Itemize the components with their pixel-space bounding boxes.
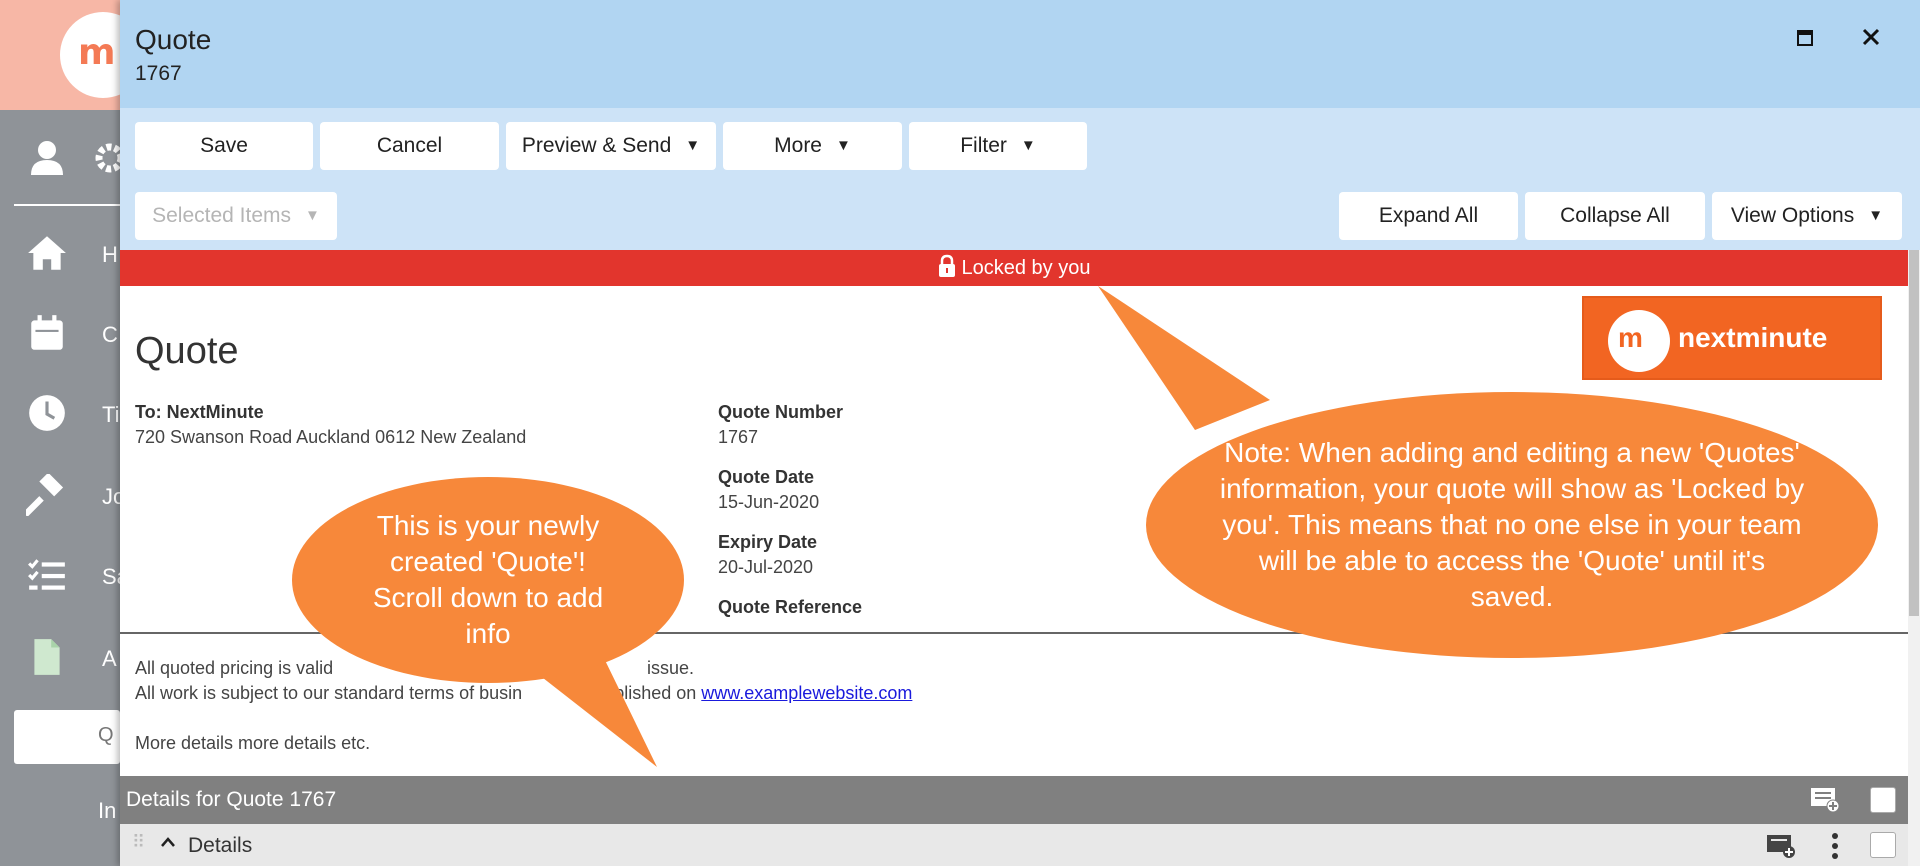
- sidebar-item-quotes[interactable]: Q: [14, 710, 120, 764]
- caret-down-icon: ▼: [305, 207, 320, 224]
- quote-number-label: Quote Number: [718, 402, 844, 422]
- callout-new-quote: This is your newly created 'Quote'! Scro…: [292, 477, 684, 683]
- quote-date-label: Quote Date: [718, 467, 815, 487]
- more-label: More: [774, 134, 822, 157]
- filter-button[interactable]: Filter ▼: [909, 122, 1087, 170]
- caret-down-icon: ▼: [836, 137, 851, 154]
- hammer-icon[interactable]: [26, 474, 68, 516]
- toolbar: Save Cancel Preview & Send ▼ More ▼ Filter…: [120, 108, 1920, 250]
- view-options-button[interactable]: View Options ▼: [1712, 192, 1902, 240]
- view-options-label: View Options: [1730, 204, 1855, 227]
- terms-link[interactable]: www.examplewebsite.com: [701, 683, 912, 703]
- details-section-header: Details for Quote 1767: [120, 776, 1908, 824]
- select-all-checkbox[interactable]: [1870, 787, 1896, 813]
- drag-handle-icon[interactable]: ⠿: [132, 832, 145, 853]
- add-note-icon[interactable]: [1810, 786, 1840, 814]
- checklist-icon[interactable]: [26, 554, 68, 596]
- cancel-button[interactable]: Cancel: [320, 122, 499, 170]
- caret-down-icon: ▼: [1868, 207, 1884, 224]
- selected-items-label: Selected Items: [152, 204, 292, 227]
- window-subtitle: 1767: [135, 62, 182, 85]
- details-row[interactable]: ⠿ Details: [120, 824, 1908, 866]
- close-icon[interactable]: [1854, 22, 1888, 56]
- more-button[interactable]: More ▼: [723, 122, 902, 170]
- preview-send-button[interactable]: Preview & Send ▼: [506, 122, 716, 170]
- details-section-title: Details for Quote 1767: [126, 788, 337, 811]
- caret-down-icon: ▼: [685, 137, 701, 154]
- quote-date-value: 15-Jun-2020: [718, 492, 820, 512]
- maximize-icon[interactable]: [1788, 22, 1822, 56]
- terms-line-1: All quoted pricing is valid issue.: [135, 658, 695, 678]
- document-icon[interactable]: [26, 636, 68, 678]
- lock-icon: [938, 254, 955, 277]
- sidebar-divider: [14, 204, 120, 206]
- scrollbar-thumb[interactable]: [1909, 250, 1919, 616]
- address-text: 720 Swanson Road Auckland 0612 New Zeala…: [135, 427, 527, 447]
- collapse-all-button[interactable]: Collapse All: [1525, 192, 1705, 240]
- sidebar-item-time[interactable]: Ti: [102, 402, 120, 428]
- brand-header: m: [0, 0, 146, 110]
- quote-reference-label: Quote Reference: [718, 597, 863, 617]
- chevron-up-icon[interactable]: [160, 836, 176, 848]
- more-details-text: More details more details etc.: [135, 733, 371, 753]
- row-checkbox[interactable]: [1870, 832, 1896, 858]
- terms-line-2: All work is subject to our standard term…: [135, 683, 913, 703]
- preview-send-label: Preview & Send: [521, 134, 672, 157]
- caret-down-icon: ▼: [1020, 137, 1036, 154]
- locked-banner-text: Locked by you: [961, 257, 1091, 279]
- details-row-label: Details: [188, 834, 253, 857]
- to-label: To: NextMinute: [135, 402, 264, 422]
- window-title: Quote: [135, 24, 212, 55]
- expand-all-button[interactable]: Expand All: [1339, 192, 1518, 240]
- sidebar-item-home[interactable]: H: [102, 242, 118, 268]
- user-row: [0, 110, 124, 206]
- locked-banner: Locked by you: [120, 250, 1908, 286]
- callout-locked-note: Note: When adding and editing a new 'Quo…: [1146, 392, 1878, 658]
- sidebar-item-invoices[interactable]: In: [98, 798, 116, 824]
- selected-items-button[interactable]: Selected Items ▼: [135, 192, 337, 240]
- document-heading: Quote: [135, 330, 239, 372]
- sidebar-item-calendar[interactable]: C: [102, 322, 118, 348]
- company-logo: m nextminute: [1582, 296, 1882, 380]
- clock-icon[interactable]: [26, 392, 68, 434]
- calendar-icon[interactable]: [26, 312, 68, 354]
- save-button[interactable]: Save: [135, 122, 313, 170]
- filter-label: Filter: [960, 134, 1007, 157]
- quote-number-value: 1767: [718, 427, 759, 447]
- sidebar-item-accounts[interactable]: A: [102, 646, 117, 672]
- user-icon[interactable]: [30, 140, 64, 176]
- kebab-menu-icon[interactable]: [1830, 832, 1840, 860]
- expiry-date-label: Expiry Date: [718, 532, 818, 552]
- expiry-date-value: 20-Jul-2020: [718, 557, 814, 577]
- scrollbar[interactable]: [1908, 250, 1920, 866]
- window-titlebar: Quote 1767: [120, 0, 1920, 108]
- add-item-icon[interactable]: [1766, 832, 1796, 860]
- logo-mark: m: [1608, 310, 1670, 372]
- logo-text: nextminute: [1678, 322, 1828, 353]
- home-icon[interactable]: [26, 232, 68, 274]
- background-sidebar: m H C Ti Jo Sa A Q In: [0, 0, 146, 866]
